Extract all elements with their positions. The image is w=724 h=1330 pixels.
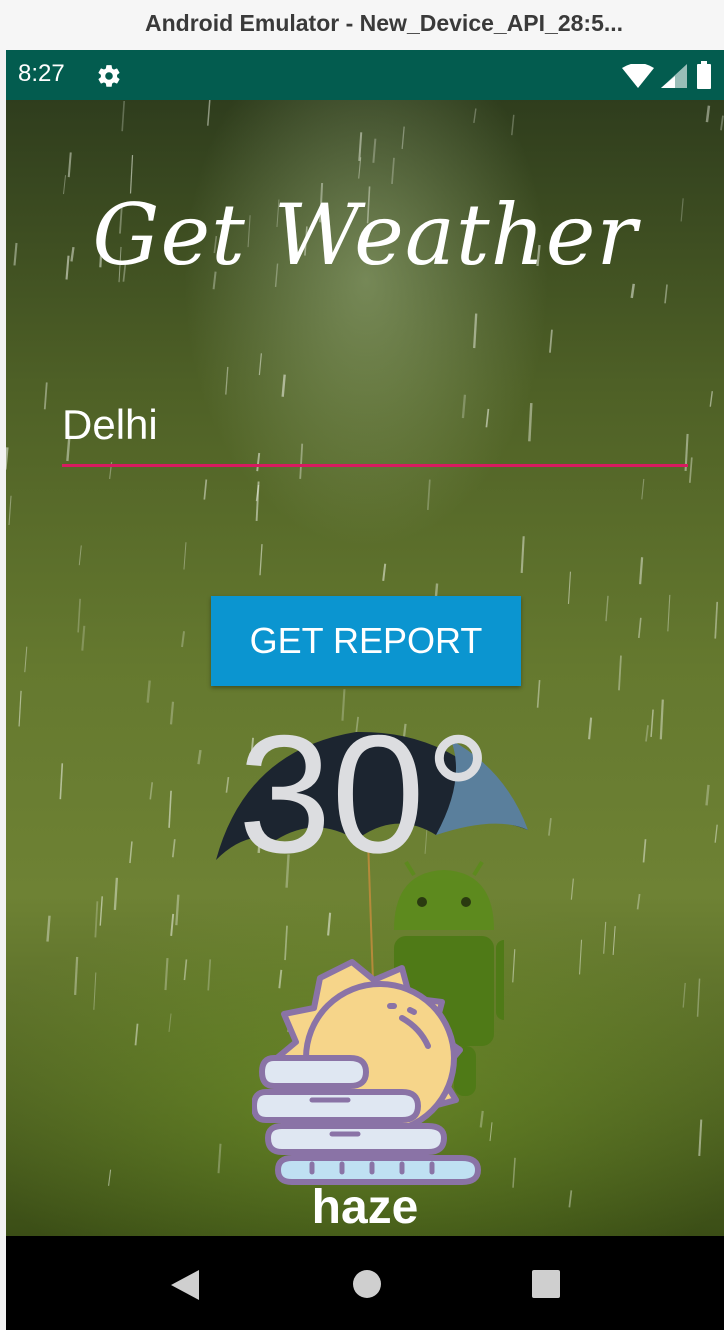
rain-streak [536,679,541,708]
rain-streak [134,1023,139,1046]
rain-streak [372,138,377,163]
rain-streak [473,108,477,124]
rain-streak [99,896,103,926]
temperature-display: 30° [237,700,493,888]
wifi-icon [622,63,654,93]
rain-streak [520,536,525,574]
rain-streak [612,926,616,955]
rain-streak [93,972,97,1010]
city-input-underline [62,464,688,467]
rain-streak [183,542,187,570]
rain-streak [170,913,175,936]
battery-icon [696,61,712,94]
rain-streak [164,958,169,991]
rain-streak [6,447,9,470]
rain-streak [638,617,642,638]
haze-icon [252,959,482,1185]
rain-streak [567,571,572,604]
rain-streak [682,982,686,1008]
rain-streak [74,956,79,996]
rain-streak [709,391,713,407]
rain-streak [720,115,724,131]
device-screen: 8:27 Get Weather GET REPORT [6,50,724,1330]
rain-streak [113,877,119,910]
rain-streak [67,152,72,178]
rain-streak [207,100,211,126]
rain-streak [639,557,644,585]
rain-streak [183,959,188,981]
rain-streak [78,545,82,566]
rain-streak [705,105,711,123]
rain-streak [473,313,478,349]
rain-streak [258,353,262,376]
rain-streak [256,452,261,472]
rain-streak [175,894,180,926]
rain-streak [570,878,574,900]
navigation-bar [6,1236,724,1330]
recents-icon[interactable] [531,1269,561,1304]
rain-streak [181,631,186,648]
rain-streak [714,601,719,639]
rain-streak [391,157,395,184]
rain-streak [549,329,553,353]
rain-streak [43,382,48,410]
app-title: Get Weather [92,186,638,284]
rain-streak [94,901,99,938]
rain-streak [382,563,387,581]
rain-streak [578,939,583,975]
rain-streak [489,1122,493,1142]
gear-icon [96,63,122,94]
cell-signal-icon [661,64,687,93]
rain-streak [358,132,363,162]
rain-streak [259,544,263,576]
rain-streak [641,478,645,500]
rain-streak [618,655,622,691]
rain-streak [255,481,260,521]
rain-streak [698,1119,703,1156]
rain-streak [225,366,229,395]
rain-streak [636,893,641,910]
rain-streak [696,978,701,1017]
rain-streak [667,594,671,632]
rain-streak [630,283,635,299]
rain-streak [203,479,208,500]
rain-streak [146,680,151,703]
rain-streak [24,646,28,673]
rain-streak [401,126,405,149]
rain-streak [121,100,125,132]
back-icon[interactable] [169,1268,201,1307]
window-title: Android Emulator - New_Device_API_28:5..… [145,10,624,36]
rain-streak [664,284,668,304]
status-bar: 8:27 [6,50,724,100]
weather-description: haze [311,1181,419,1234]
city-input[interactable] [62,400,688,450]
home-icon[interactable] [352,1269,382,1304]
rain-streak [688,457,693,483]
rain-streak [77,598,81,633]
rain-streak [46,915,51,942]
rain-streak [511,114,515,136]
rain-streak [168,1013,172,1033]
rain-streak [603,921,607,954]
get-report-button[interactable]: GET REPORT [211,596,521,686]
rain-streak [8,495,12,526]
rain-streak [217,1143,222,1174]
rain-streak [426,479,431,511]
app-content: Get Weather GET REPORT 30° [6,100,724,1236]
rain-streak [281,374,286,397]
rain-streak [605,595,609,622]
rain-streak [81,625,86,651]
emulator-title-bar: Android Emulator - New_Device_API_28:5..… [0,0,724,51]
status-time: 8:27 [18,60,65,87]
